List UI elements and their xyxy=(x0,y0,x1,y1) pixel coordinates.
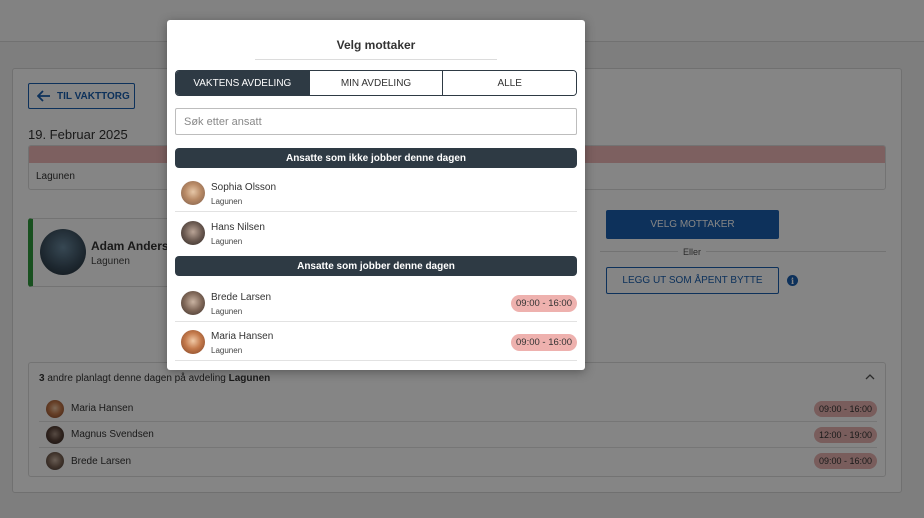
employee-row[interactable]: Maria Hansen Lagunen 09:00 - 16:00 xyxy=(175,322,577,361)
employee-department: Lagunen xyxy=(211,307,243,316)
avatar xyxy=(181,291,205,315)
tab-shift-department[interactable]: VAKTENS AVDELING xyxy=(176,71,310,95)
employee-name: Hans Nilsen xyxy=(211,222,265,233)
time-badge: 09:00 - 16:00 xyxy=(511,295,577,312)
time-badge: 09:00 - 16:00 xyxy=(511,334,577,351)
avatar xyxy=(181,221,205,245)
tab-all[interactable]: ALLE xyxy=(443,71,576,95)
avatar xyxy=(181,330,205,354)
search-input[interactable] xyxy=(175,108,577,135)
avatar xyxy=(181,181,205,205)
department-tabs: VAKTENS AVDELING MIN AVDELING ALLE xyxy=(175,70,577,96)
employee-department: Lagunen xyxy=(211,237,243,246)
employee-department: Lagunen xyxy=(211,346,243,355)
select-recipient-modal: Velg mottaker VAKTENS AVDELING MIN AVDEL… xyxy=(167,20,585,370)
employee-name: Brede Larsen xyxy=(211,292,272,303)
employee-department: Lagunen xyxy=(211,197,243,206)
employee-row[interactable]: Brede Larsen Lagunen 09:00 - 16:00 xyxy=(175,283,577,322)
employee-name: Maria Hansen xyxy=(211,331,274,342)
employee-row[interactable]: Sophia Olsson Lagunen xyxy=(175,173,577,212)
section-header-working: Ansatte som jobber denne dagen xyxy=(175,256,577,276)
employee-name: Sophia Olsson xyxy=(211,182,277,193)
employee-row[interactable]: Hans Nilsen Lagunen xyxy=(175,213,577,252)
section-header-not-working: Ansatte som ikke jobber denne dagen xyxy=(175,148,577,168)
modal-title: Velg mottaker xyxy=(255,38,497,60)
tab-my-department[interactable]: MIN AVDELING xyxy=(309,71,444,95)
